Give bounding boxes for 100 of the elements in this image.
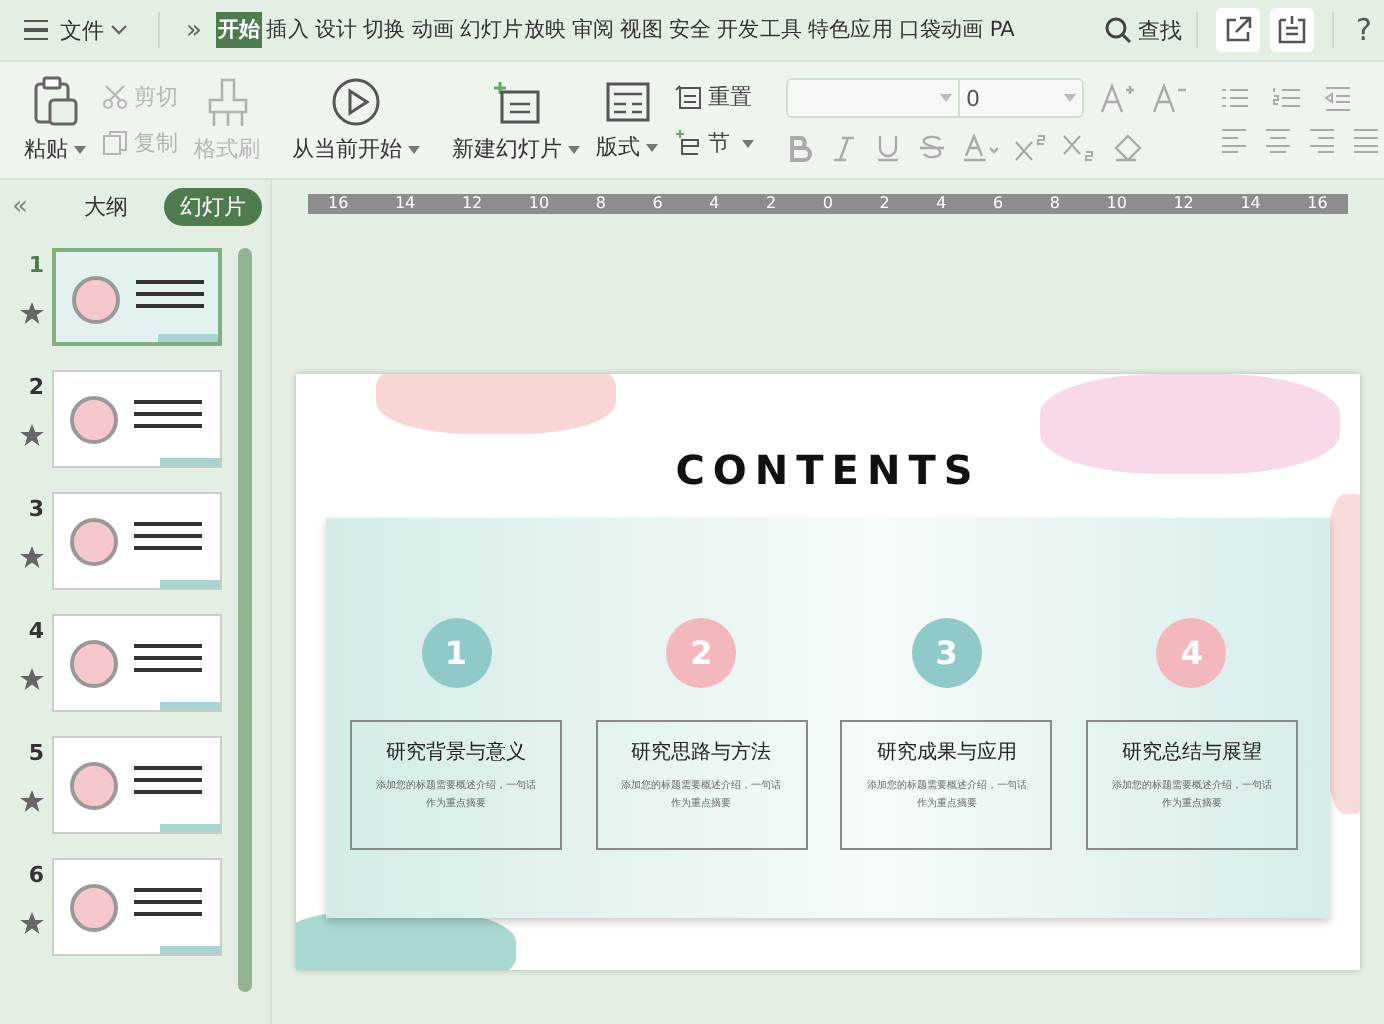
ribbon-tab[interactable]: 开发工具 [715,12,805,48]
clipboard-icon [31,76,79,128]
scrollbar[interactable] [238,248,252,992]
ribbon-tab[interactable]: 安全 [666,12,714,48]
eraser-icon[interactable] [1110,134,1142,162]
number-circle: 2 [666,618,737,688]
ruler-label: 12 [461,194,483,214]
layout-icon [603,78,651,126]
share-button[interactable] [1216,8,1261,52]
caret-icon [110,24,128,37]
star-icon [20,302,44,324]
underline-icon[interactable] [874,134,902,162]
slide-thumbnail[interactable] [52,248,222,346]
align-left-icon[interactable] [1220,128,1248,154]
star-icon [20,424,44,446]
play-from-current-button[interactable]: 从当前开始 [292,134,420,164]
slide-number: 6 [28,862,44,888]
topic-title: 研究成果与应用 [876,739,1017,766]
slide-thumbnail[interactable] [52,614,222,712]
slide-thumbnail[interactable] [52,492,222,590]
topic-title: 研究总结与展望 [1121,739,1262,766]
caret-icon [408,145,420,154]
ruler-label: 10 [528,194,550,214]
section-button[interactable]: 节 [674,128,754,158]
search-button[interactable]: 查找 [1104,15,1183,45]
star-icon [20,912,44,934]
ruler-label: 12 [1173,194,1194,214]
ruler-label: 6 [652,194,663,214]
ribbon-tab[interactable]: 开始 [215,12,263,48]
ribbon-tab[interactable]: 口袋动画 [896,12,986,48]
caret-icon [74,145,86,154]
decrease-font-icon[interactable] [1152,82,1188,114]
ribbon-tab[interactable]: 设计 [312,12,360,48]
slide-number: 2 [28,374,44,400]
caret-icon [646,143,658,152]
ribbon-tab[interactable]: 特色应用 [806,12,895,48]
caret-icon [940,94,952,102]
file-menu[interactable]: 文件 [60,15,128,45]
help-button[interactable]: ? [1356,12,1372,48]
ruler-label: 14 [394,194,416,214]
star-icon [20,546,44,568]
star-icon [20,668,44,690]
ribbon-tab[interactable]: 动画 [409,12,456,48]
italic-icon[interactable] [830,134,858,162]
slide-number: 1 [28,252,44,278]
font-color-icon[interactable] [962,134,998,162]
topic-title: 研究背景与意义 [386,739,526,766]
ruler-label: 6 [993,194,1004,214]
justify-icon[interactable] [1352,128,1380,154]
caret-icon [1064,94,1076,102]
number-circle: 1 [421,618,491,688]
layout-button[interactable]: 版式 [596,132,658,162]
more-tabs-button[interactable]: » [186,15,202,45]
ruler-label: 2 [766,194,777,214]
new-slide-button[interactable]: 新建幻灯片 [452,134,580,164]
ruler-label: 16 [328,194,349,214]
strikethrough-icon[interactable] [918,134,946,162]
copy-icon [102,130,128,156]
ribbon-tab[interactable]: 审阅 [570,12,617,48]
increase-font-icon[interactable] [1100,82,1136,114]
ribbon-tab[interactable]: PA [987,14,1016,46]
ruler-label: 16 [1307,194,1328,214]
ribbon-tab[interactable]: 幻灯片放映 [457,12,568,48]
ribbon-tab[interactable]: 切换 [361,12,408,48]
align-center-icon[interactable] [1264,128,1292,154]
ruler-label: 14 [1240,194,1261,214]
ruler-label: 10 [1106,194,1127,214]
topic-title: 研究思路与方法 [631,739,772,766]
font-name-field[interactable] [786,78,960,118]
share-icon [1222,14,1255,46]
panel-tab[interactable]: 大纲 [67,187,144,225]
slide-title: CONTENTS [675,446,981,494]
font-size-field[interactable]: 0 [958,78,1084,118]
ribbon-tab[interactable]: 插入 [264,12,311,48]
notes-button[interactable] [1270,8,1315,52]
panel-tab[interactable]: 幻灯片 [163,187,262,225]
slide-thumbnail[interactable] [52,370,222,468]
ruler-label: 0 [822,194,833,214]
paste-button[interactable]: 粘贴 [24,134,86,164]
align-right-icon[interactable] [1308,128,1336,154]
bold-icon[interactable] [786,134,814,162]
subscript-icon[interactable] [1062,134,1094,162]
notes-icon [1276,14,1309,46]
ruler-label: 4 [709,194,720,214]
ribbon-tab[interactable]: 视图 [618,12,665,48]
number-circle: 3 [911,618,982,688]
reset-button[interactable]: 重置 [674,82,754,112]
decrease-indent-icon[interactable] [1324,86,1352,112]
ruler-label: 2 [879,194,890,214]
superscript-icon[interactable] [1014,134,1046,162]
slide-number: 5 [28,740,44,766]
new-slide-icon [490,76,542,128]
caret-icon [568,145,580,154]
section-icon [674,130,702,156]
slide-thumbnail[interactable] [52,858,222,956]
scissors-icon [102,84,128,110]
brush-icon [205,76,249,128]
menu-icon[interactable] [24,19,48,41]
slide-thumbnail[interactable] [52,736,222,834]
star-icon [20,790,44,812]
